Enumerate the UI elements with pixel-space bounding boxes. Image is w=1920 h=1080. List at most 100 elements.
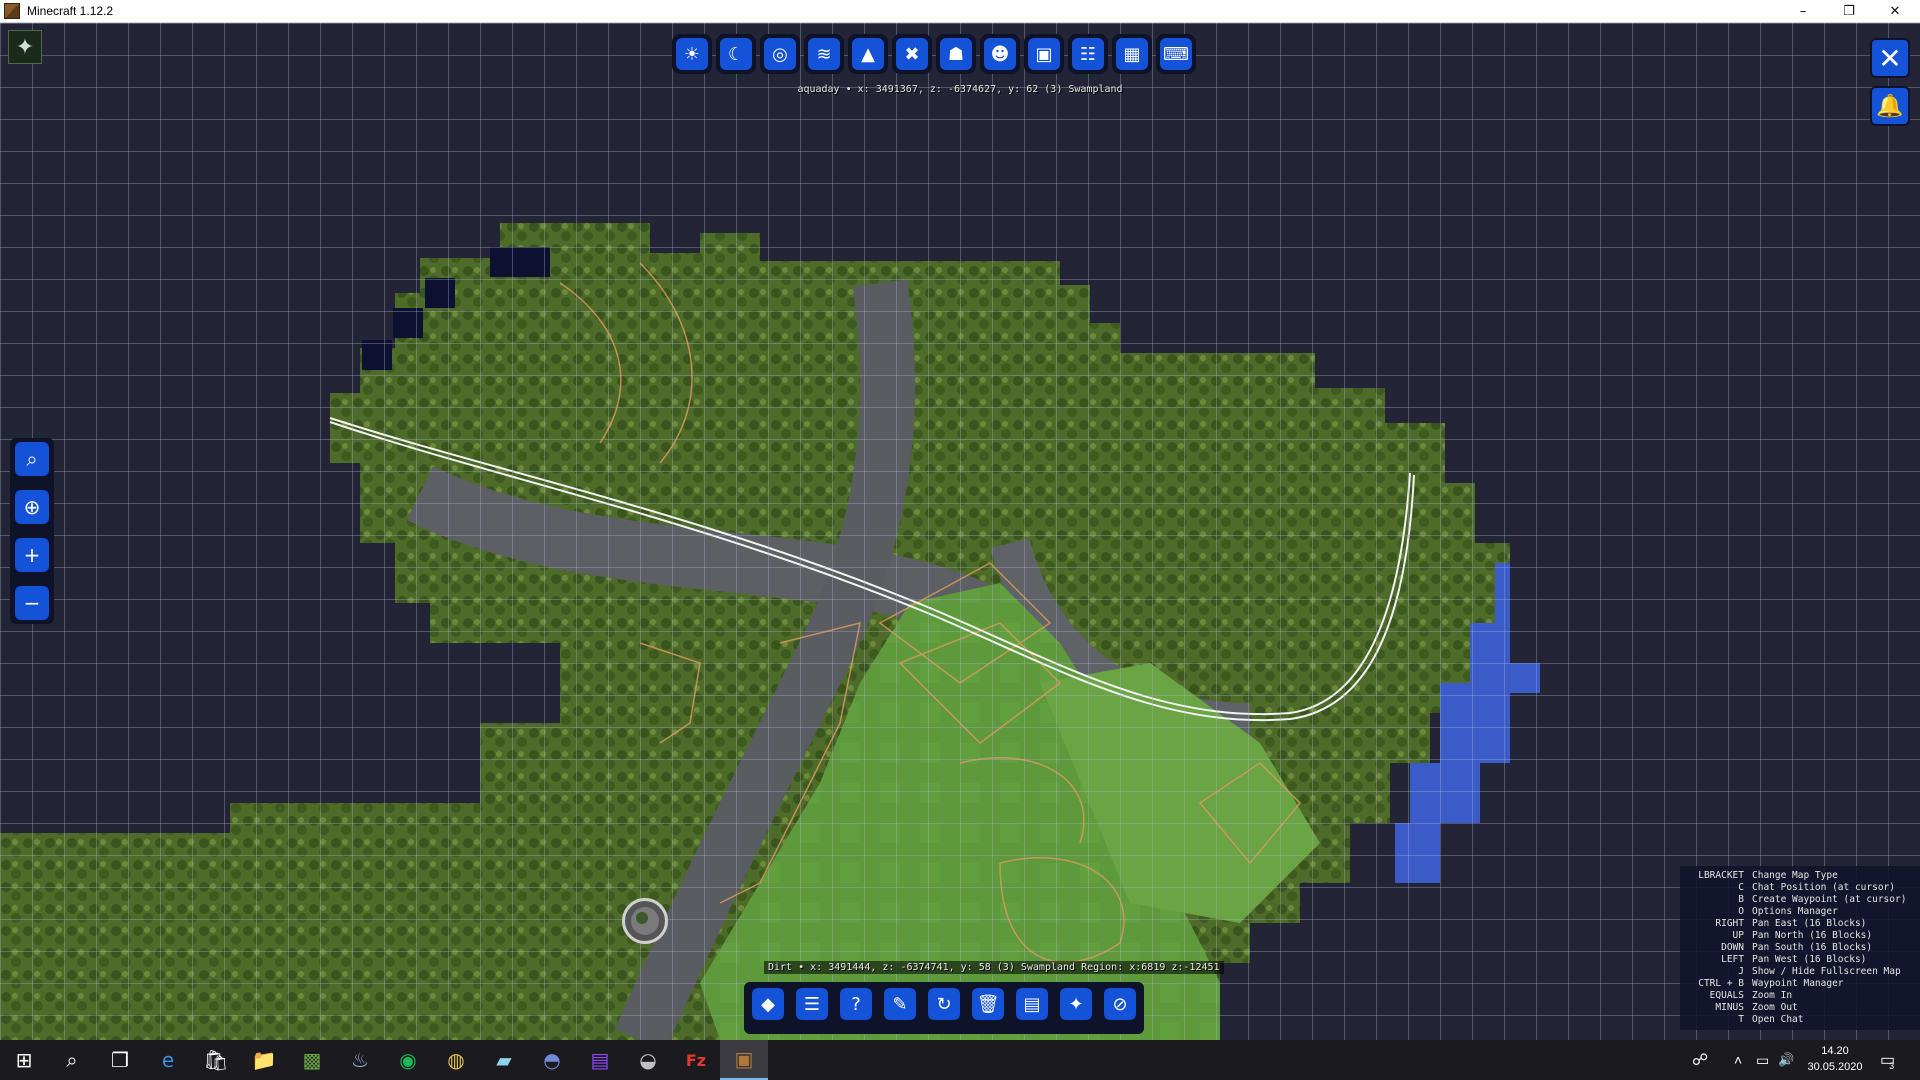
window-title-bar: Minecraft 1.12.2 – ❐ ✕	[0, 0, 1920, 23]
cave-icon: ◎	[764, 38, 796, 70]
paper-icon[interactable]: ▰	[480, 1040, 528, 1080]
system-clock[interactable]: 14.20 30.05.2020	[1800, 1043, 1870, 1075]
volume-icon[interactable]: 🔊	[1778, 1040, 1794, 1080]
store-icon[interactable]: 🛍	[192, 1040, 240, 1080]
keybind-row: C Chat Position (at cursor)	[1738, 882, 1895, 893]
cave-map-button[interactable]: ◎	[760, 34, 800, 74]
mobs-button[interactable]: ☗	[936, 34, 976, 74]
keybind-row: CTRL + B Waypoint Manager	[1698, 978, 1844, 989]
keybind-row: LEFT Pan West (16 Blocks)	[1721, 954, 1867, 965]
waypoint-icon: ◆	[752, 988, 784, 1020]
layers-icon: ≋	[808, 38, 840, 70]
help-button[interactable]: ?	[836, 984, 876, 1024]
player-location-marker	[622, 898, 668, 944]
biome-button[interactable]: ✖	[892, 34, 932, 74]
theme-button[interactable]: ✎	[880, 984, 920, 1024]
villagers-button[interactable]: ▣	[1024, 34, 1064, 74]
keybind-row: LBRACKET Change Map Type	[1698, 870, 1838, 881]
minecraft-launcher-icon[interactable]: ▩	[288, 1040, 336, 1080]
notification-bell-icon[interactable]: 🔔	[1870, 86, 1910, 126]
windows-taskbar: ⊞ ⌕ ❐ e 🛍 📁 ▩ ♨ ◉ ◍ ▰ ◓ ▤ ◒ Fz ▣ ☍ ˄ ▭ 🔊…	[0, 1040, 1920, 1080]
waypoints-button[interactable]: ◆	[748, 984, 788, 1024]
people-icon[interactable]: ☍	[1692, 1040, 1708, 1080]
steam-icon[interactable]: ♨	[336, 1040, 384, 1080]
grid-icon: ▦	[1116, 38, 1148, 70]
villager-icon: ▣	[1028, 38, 1060, 70]
maximize-button[interactable]: ❐	[1826, 0, 1872, 22]
keybind-row: RIGHT Pan East (16 Blocks)	[1715, 918, 1867, 929]
chevron-up-icon[interactable]: ˄	[1734, 1040, 1742, 1080]
search-icon[interactable]: ⌕	[48, 1040, 96, 1080]
sliders-icon: ☰	[796, 988, 828, 1020]
pets-button[interactable]: ☻	[980, 34, 1020, 74]
world-map[interactable]	[0, 23, 1920, 1040]
twitch-icon[interactable]: ▤	[576, 1040, 624, 1080]
options-button[interactable]: ☰	[792, 984, 832, 1024]
windows-start-icon[interactable]: ⊞	[0, 1040, 48, 1080]
sphere-icon[interactable]: ◒	[624, 1040, 672, 1080]
delete-map-button[interactable]: 🗑	[968, 984, 1008, 1024]
pet-icon: ☻	[984, 38, 1016, 70]
window-title: Minecraft 1.12.2	[27, 4, 114, 18]
minecraft-icon[interactable]: ▣	[720, 1040, 768, 1080]
keybinds-button[interactable]: ⌨	[1156, 34, 1196, 74]
chrome-icon[interactable]: ◍	[432, 1040, 480, 1080]
close-window-button[interactable]: ✕	[1872, 0, 1918, 22]
map-terrain	[0, 223, 1540, 1040]
paint-icon: ✎	[884, 988, 916, 1020]
sun-icon: ☀	[676, 38, 708, 70]
day-map-button[interactable]: ☀	[672, 34, 712, 74]
spotify-icon[interactable]: ◉	[384, 1040, 432, 1080]
discord-icon[interactable]: ◓	[528, 1040, 576, 1080]
clock-time: 14.20	[1821, 1045, 1849, 1057]
player-coordinates: aquaday • x: 3491367, z: -6374627, y: 62…	[797, 84, 1123, 95]
keybind-row: B Create Waypoint (at cursor)	[1738, 894, 1907, 905]
zoom-in-icon: +	[23, 543, 41, 567]
map-actions-toolbar: ◆ ☰ ? ✎ ↻ 🗑 ▤ ✦ ⊘	[744, 982, 1144, 1034]
topography-icon: ▲	[852, 38, 884, 70]
auto-map-button[interactable]: ✦	[1056, 984, 1096, 1024]
biome-icon: ✖	[896, 38, 928, 70]
minecraft-app-icon	[4, 3, 20, 19]
keyboard-icon: ⌨	[1160, 38, 1192, 70]
disable-button[interactable]: ⊘	[1100, 984, 1140, 1024]
keybind-row: UP Pan North (16 Blocks)	[1732, 930, 1873, 941]
search-button[interactable]: ⌕	[15, 442, 49, 476]
center-on-player-button[interactable]: ⊕	[15, 490, 49, 524]
file-explorer-icon[interactable]: 📁	[240, 1040, 288, 1080]
trash-icon: 🗑	[972, 988, 1004, 1020]
document-icon: ▤	[1016, 988, 1048, 1020]
keybind-row: EQUALS Zoom In	[1709, 990, 1793, 1001]
layers-button[interactable]: ≋	[804, 34, 844, 74]
keybind-help-panel: LBRACKET Change Map Type C Chat Position (…	[1680, 866, 1920, 1030]
slime-chunks-button[interactable]: ☷	[1068, 34, 1108, 74]
save-map-button[interactable]: ▤	[1012, 984, 1052, 1024]
night-map-button[interactable]: ☾	[716, 34, 756, 74]
crosshair-icon: ⊕	[23, 495, 41, 519]
notification-count: 3	[1889, 1061, 1895, 1071]
help-icon: ?	[840, 988, 872, 1020]
close-map-button[interactable]: ✕	[1870, 38, 1910, 78]
map-type-toolbar: ☀ ☾ ◎ ≋ ▲ ✖ ☗ ☻ ▣ ☷ ▦ ⌨	[670, 32, 1198, 80]
minimize-button[interactable]: –	[1780, 0, 1826, 22]
zoom-in-button[interactable]: +	[15, 538, 49, 572]
disable-icon: ⊘	[1104, 988, 1136, 1020]
filezilla-icon[interactable]: Fz	[672, 1040, 720, 1080]
search-icon: ⌕	[26, 447, 38, 471]
task-view-icon[interactable]: ❐	[96, 1040, 144, 1080]
notification-center-icon[interactable]: ▭ 3	[1880, 1040, 1895, 1080]
refresh-icon: ↻	[928, 988, 960, 1020]
zoom-out-icon: −	[23, 591, 41, 615]
edge-icon[interactable]: e	[144, 1040, 192, 1080]
mob-icon: ☗	[940, 38, 972, 70]
network-icon[interactable]: ▭	[1756, 1040, 1769, 1080]
player-head-icon: ✦	[8, 30, 42, 64]
grid-button[interactable]: ▦	[1112, 34, 1152, 74]
refresh-button[interactable]: ↻	[924, 984, 964, 1024]
map-nav-toolbar: ⌕ ⊕ + −	[10, 438, 54, 624]
zoom-out-button[interactable]: −	[15, 586, 49, 620]
topography-button[interactable]: ▲	[848, 34, 888, 74]
moon-icon: ☾	[720, 38, 752, 70]
keybind-row: O Options Manager	[1738, 906, 1838, 917]
slime-chunk-icon: ☷	[1072, 38, 1104, 70]
